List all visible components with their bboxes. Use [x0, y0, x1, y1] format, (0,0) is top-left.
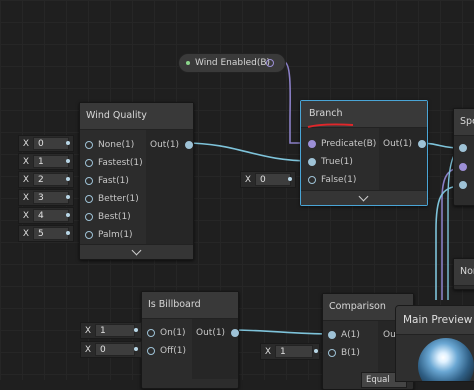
input-port-fastest[interactable]: Fastest(1) — [85, 154, 143, 172]
port-ring-icon — [328, 349, 336, 357]
b-input-port[interactable]: B(1) — [328, 344, 360, 362]
off-input-port[interactable]: Off(1) — [147, 342, 186, 360]
port-ring-icon — [328, 331, 336, 339]
connector-dot — [288, 177, 292, 181]
chevron-down-icon — [358, 191, 369, 202]
port-ring-icon — [85, 213, 93, 221]
port-ring-icon — [147, 329, 155, 337]
port-ring-icon — [147, 347, 155, 355]
wind-enabled-output-port[interactable] — [266, 59, 274, 67]
connector-dot — [314, 349, 318, 353]
red-annotation-underline — [307, 123, 354, 128]
branch-node[interactable]: Branch Out(1) Predicate(B) True(1) False… — [300, 100, 428, 206]
partial-node-title: Nor — [454, 259, 474, 286]
wind-enabled-label: Wind Enabled(B) — [195, 58, 271, 68]
wind-enabled-property-node[interactable]: Wind Enabled(B) — [178, 53, 286, 73]
out-port-icon — [231, 329, 240, 337]
chevron-down-icon — [131, 245, 141, 256]
connector-dot — [66, 231, 70, 235]
connector-dot — [134, 328, 138, 332]
on-value-field[interactable]: X1 — [80, 322, 142, 339]
wind-quality-title: Wind Quality — [80, 103, 193, 130]
on-input-port[interactable]: On(1) — [147, 324, 186, 342]
port-ring-icon — [85, 195, 93, 203]
is-billboard-node[interactable]: Is Billboard Out(1) On(1) Off(1) — [141, 291, 240, 389]
partial-node-mid-right[interactable]: Nor — [453, 258, 474, 290]
out-port-icon — [418, 140, 427, 148]
main-preview-window[interactable]: Main Preview — [395, 305, 474, 382]
port-ring-icon[interactable] — [459, 181, 467, 189]
input-port-palm[interactable]: Palm(1) — [85, 226, 133, 244]
partial-node-title: Spe — [454, 109, 474, 136]
off-value-field[interactable]: X0 — [80, 341, 142, 358]
connector-dot — [66, 141, 70, 145]
connector-dot — [134, 347, 138, 351]
is-billboard-title: Is Billboard — [142, 292, 238, 319]
port-ring-icon — [85, 177, 93, 185]
input-port-best[interactable]: Best(1) — [85, 208, 131, 226]
wire-billboard-to-comparison — [228, 329, 333, 335]
comparison-b-value-field[interactable]: X1 — [260, 343, 320, 360]
predicate-input-port[interactable]: Predicate(B) — [308, 135, 376, 153]
is-billboard-out-port[interactable]: Out(1) — [196, 324, 240, 342]
connector-dot — [66, 177, 70, 181]
partial-node-top-right[interactable]: Spe — [453, 108, 474, 206]
port-ring-icon — [85, 141, 93, 149]
out-port-icon — [185, 141, 194, 149]
wire-wind-quality-to-true — [183, 142, 313, 162]
input-port-none[interactable]: None(1) — [85, 136, 134, 154]
false-input-port[interactable]: False(1) — [308, 171, 356, 189]
wind-quality-collapse-button[interactable] — [80, 244, 193, 259]
property-dot — [186, 61, 190, 65]
connector-dot — [66, 159, 70, 163]
connector-dot — [66, 213, 70, 217]
main-preview-title: Main Preview — [396, 306, 474, 335]
port-ring-icon — [85, 159, 93, 167]
port-ring-icon — [85, 231, 93, 239]
port-ring-icon — [308, 158, 316, 166]
input-port-fast[interactable]: Fast(1) — [85, 172, 129, 190]
wind-quality-node[interactable]: Wind Quality Out(1) None(1) Fastest(1) F… — [79, 102, 194, 260]
input-port-better[interactable]: Better(1) — [85, 190, 139, 208]
port-ring-icon[interactable] — [459, 144, 467, 152]
comparison-out-port[interactable]: Ou — [383, 326, 396, 344]
wind-quality-out-port[interactable]: Out(1) — [150, 136, 194, 154]
preview-sphere — [418, 338, 474, 381]
true-input-port[interactable]: True(1) — [308, 153, 353, 171]
a-input-port[interactable]: A(1) — [328, 326, 360, 344]
connector-dot — [66, 195, 70, 199]
branch-out-port[interactable]: Out(1) — [383, 135, 427, 153]
port-ring-icon — [308, 176, 316, 184]
port-ring-icon[interactable] — [459, 163, 467, 171]
branch-collapse-button[interactable] — [301, 190, 427, 205]
port-ring-icon — [308, 140, 316, 148]
